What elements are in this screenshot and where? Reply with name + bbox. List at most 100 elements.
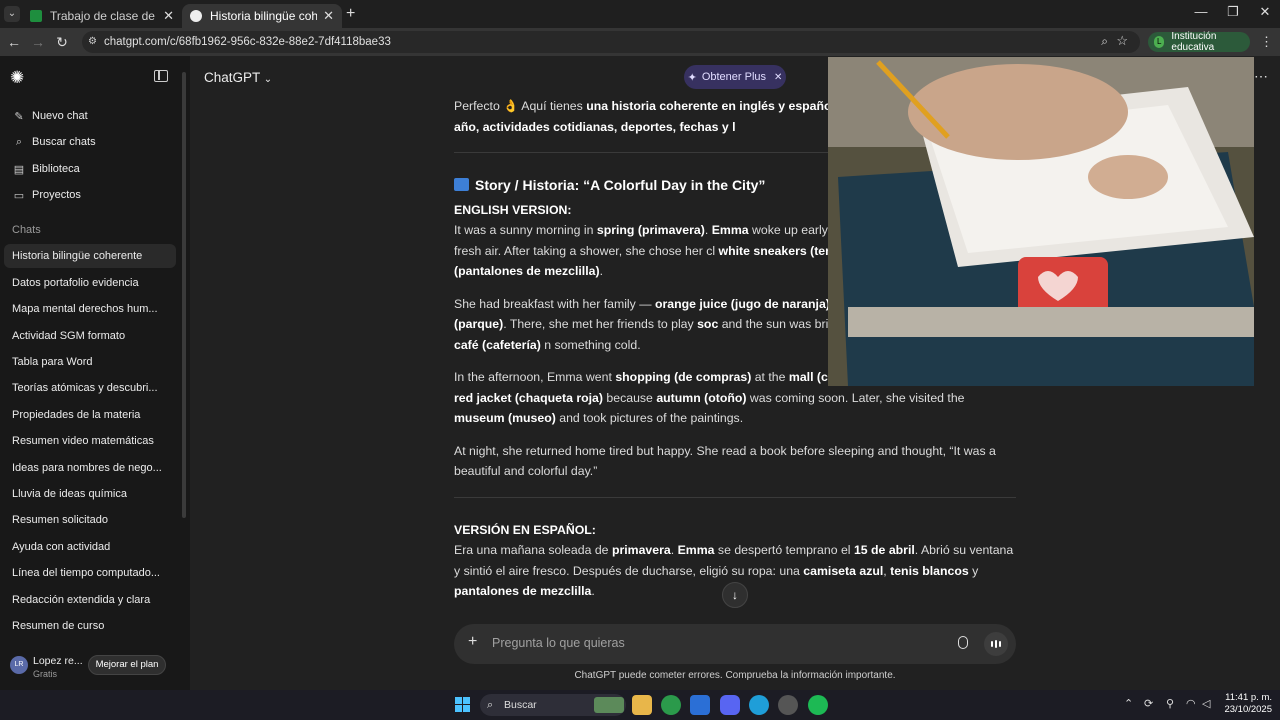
- scroll-down-button[interactable]: ↓: [722, 582, 748, 608]
- chat-list-item[interactable]: Tabla para Word: [4, 350, 176, 374]
- chat-list-item[interactable]: Actividad SGM formato: [4, 324, 176, 348]
- sidebar-scrollbar[interactable]: [182, 72, 186, 518]
- profile-label: Institución educativa: [1171, 31, 1217, 53]
- bold-text: Emma: [711, 223, 749, 237]
- user-name: Lopez re...: [33, 655, 83, 667]
- back-icon[interactable]: ←: [4, 34, 24, 50]
- chat-list-item[interactable]: Resumen video matemáticas: [4, 429, 176, 453]
- model-selector[interactable]: ChatGPT ⌄: [204, 70, 272, 85]
- text-run: Era una mañana soleada de: [454, 543, 612, 557]
- bold-text: red jacket (chaqueta roja): [454, 390, 603, 405]
- sidebar-toggle-icon[interactable]: [154, 70, 168, 82]
- text-run: something cold.: [551, 337, 641, 352]
- message-composer[interactable]: + Pregunta lo que quieras: [454, 624, 1016, 664]
- sync-icon[interactable]: ⟳: [1144, 697, 1153, 710]
- sidebar-item-label: Biblioteca: [32, 163, 80, 175]
- chat-list-item[interactable]: Historia bilingüe coherente: [4, 244, 176, 268]
- taskbar-search[interactable]: ⌕ Buscar: [480, 694, 626, 716]
- chat-list-item[interactable]: Teorías atómicas y descubri...: [4, 376, 176, 400]
- date-text: 23/10/2025: [1224, 704, 1272, 715]
- spotify-icon[interactable]: [808, 695, 828, 715]
- browser-tab-chatgpt[interactable]: Historia bilingüe coherente ✕: [182, 4, 342, 28]
- bold-text: orange juice (jugo de naranja): [654, 296, 830, 311]
- file-explorer-icon[interactable]: [632, 695, 652, 715]
- chat-list-item[interactable]: Ayuda con actividad: [4, 535, 176, 559]
- user-menu[interactable]: LR Lopez re... Gratis Mejorar el plan: [0, 644, 190, 690]
- tab-search-button[interactable]: ⌄: [4, 6, 20, 22]
- microphone-icon[interactable]: [958, 636, 968, 649]
- bold-text: museum (museo): [454, 411, 556, 425]
- get-plus-label: Obtener Plus: [701, 71, 767, 83]
- sidebar-item-label: Nuevo chat: [32, 110, 88, 122]
- chat-list-item[interactable]: Propiedades de la materia: [4, 403, 176, 427]
- bookmark-star-icon[interactable]: ☆: [1116, 33, 1128, 49]
- tab-close-button[interactable]: ✕: [323, 8, 334, 24]
- classroom-icon: [30, 10, 42, 22]
- sidebar: ✺ ✎ Nuevo chat ⌕ Buscar chats ▤ Bibliote…: [0, 56, 190, 690]
- prompt-input[interactable]: Pregunta lo que quieras: [492, 636, 625, 650]
- openai-logo-icon[interactable]: ✺: [10, 68, 30, 88]
- sidebar-item-library[interactable]: ▤ Biblioteca: [0, 156, 176, 182]
- sidebar-item-new-chat[interactable]: ✎ Nuevo chat: [0, 103, 176, 129]
- edge-icon[interactable]: [749, 695, 769, 715]
- avatar: LR: [10, 656, 28, 674]
- add-attachment-icon[interactable]: +: [468, 633, 477, 651]
- tab-close-button[interactable]: ✕: [163, 8, 174, 24]
- sidebar-item-search-chats[interactable]: ⌕ Buscar chats: [0, 129, 176, 155]
- profile-initial: L: [1154, 36, 1165, 48]
- browser-menu-icon[interactable]: ⋮: [1260, 34, 1273, 50]
- reload-icon[interactable]: ↻: [52, 34, 72, 51]
- new-tab-button[interactable]: +: [346, 5, 355, 23]
- url-bar[interactable]: ⚙ chatgpt.com/c/68fb1962-956c-832e-88e2-…: [82, 31, 1140, 53]
- upgrade-plan-button[interactable]: Mejorar el plan: [88, 655, 166, 675]
- outlook-icon[interactable]: [690, 695, 710, 715]
- close-window-button[interactable]: ✕: [1250, 4, 1280, 20]
- voice-mode-icon[interactable]: [984, 632, 1008, 656]
- get-plus-button[interactable]: ✦ Obtener Plus ✕: [684, 65, 786, 89]
- browser-tab-classroom[interactable]: Trabajo de clase de 1AM CULTU ✕: [22, 4, 182, 28]
- text-run: Perfecto 👌 Aquí tienes: [454, 99, 587, 113]
- taskbar-search-label: Buscar: [504, 699, 537, 711]
- zoom-icon[interactable]: ⌕: [1101, 34, 1108, 49]
- camera-image: [828, 57, 1254, 386]
- browser-tab-bar: ⌄ Trabajo de clase de 1AM CULTU ✕ Histor…: [0, 0, 1280, 28]
- windows-start-icon[interactable]: [455, 697, 471, 713]
- close-icon[interactable]: ✕: [774, 72, 782, 83]
- bold-text: pantalones de mezclilla: [454, 584, 592, 598]
- sidebar-item-projects[interactable]: ▭ Proyectos: [0, 182, 176, 208]
- folder-icon: ▭: [13, 189, 25, 202]
- disclaimer-text: ChatGPT puede cometer errores. Comprueba…: [574, 670, 896, 681]
- library-icon: ▤: [13, 163, 25, 176]
- clock[interactable]: 11:41 p. m. 23/10/2025: [1224, 692, 1272, 716]
- text-run: She had breakfast with her family —: [454, 296, 655, 311]
- chat-list-item[interactable]: Ideas para nombres de nego...: [4, 456, 176, 480]
- location-icon[interactable]: ⚲: [1166, 697, 1174, 710]
- chat-list-item[interactable]: Mapa mental derechos hum...: [4, 297, 176, 321]
- chrome-icon[interactable]: [661, 695, 681, 715]
- chat-list-item[interactable]: Datos portafolio evidencia: [4, 271, 176, 295]
- text-run: n: [540, 337, 552, 352]
- forward-icon[interactable]: →: [28, 34, 48, 50]
- github-icon[interactable]: [778, 695, 798, 715]
- site-info-icon[interactable]: ⚙: [88, 36, 97, 47]
- taskbar: ⌕ Buscar ⌃ ⟳ ⚲ ◠ ◁ 11:41 p. m. 23/10/202…: [0, 690, 1280, 720]
- show-hidden-icons-icon[interactable]: ⌃: [1124, 697, 1133, 710]
- volume-icon[interactable]: ◁: [1202, 697, 1210, 710]
- chat-list-item[interactable]: Lluvia de ideas química: [4, 482, 176, 506]
- bold-text: Emma: [677, 543, 715, 557]
- discord-icon[interactable]: [720, 695, 740, 715]
- chat-list-item[interactable]: Línea del tiempo computado...: [4, 561, 176, 585]
- wifi-icon[interactable]: ◠: [1186, 697, 1196, 710]
- story-title: Story / Historia: “A Colorful Day in the…: [475, 177, 766, 193]
- text-run: . There, she met her friends to play: [503, 317, 698, 331]
- chat-list-item[interactable]: Resumen solicitado: [4, 508, 176, 532]
- maximize-button[interactable]: ❐: [1218, 4, 1248, 20]
- chat-list-item[interactable]: Resumen de curso: [4, 614, 176, 638]
- bold-text: primavera: [611, 543, 671, 557]
- sidebar-item-label: Proyectos: [32, 189, 81, 201]
- more-options-icon[interactable]: ⋯: [1254, 68, 1268, 85]
- profile-button[interactable]: L Institución educativa: [1148, 31, 1250, 53]
- minimize-button[interactable]: —: [1186, 4, 1216, 19]
- chat-list-item[interactable]: Redacción extendida y clara: [4, 588, 176, 612]
- search-icon: ⌕: [15, 135, 23, 148]
